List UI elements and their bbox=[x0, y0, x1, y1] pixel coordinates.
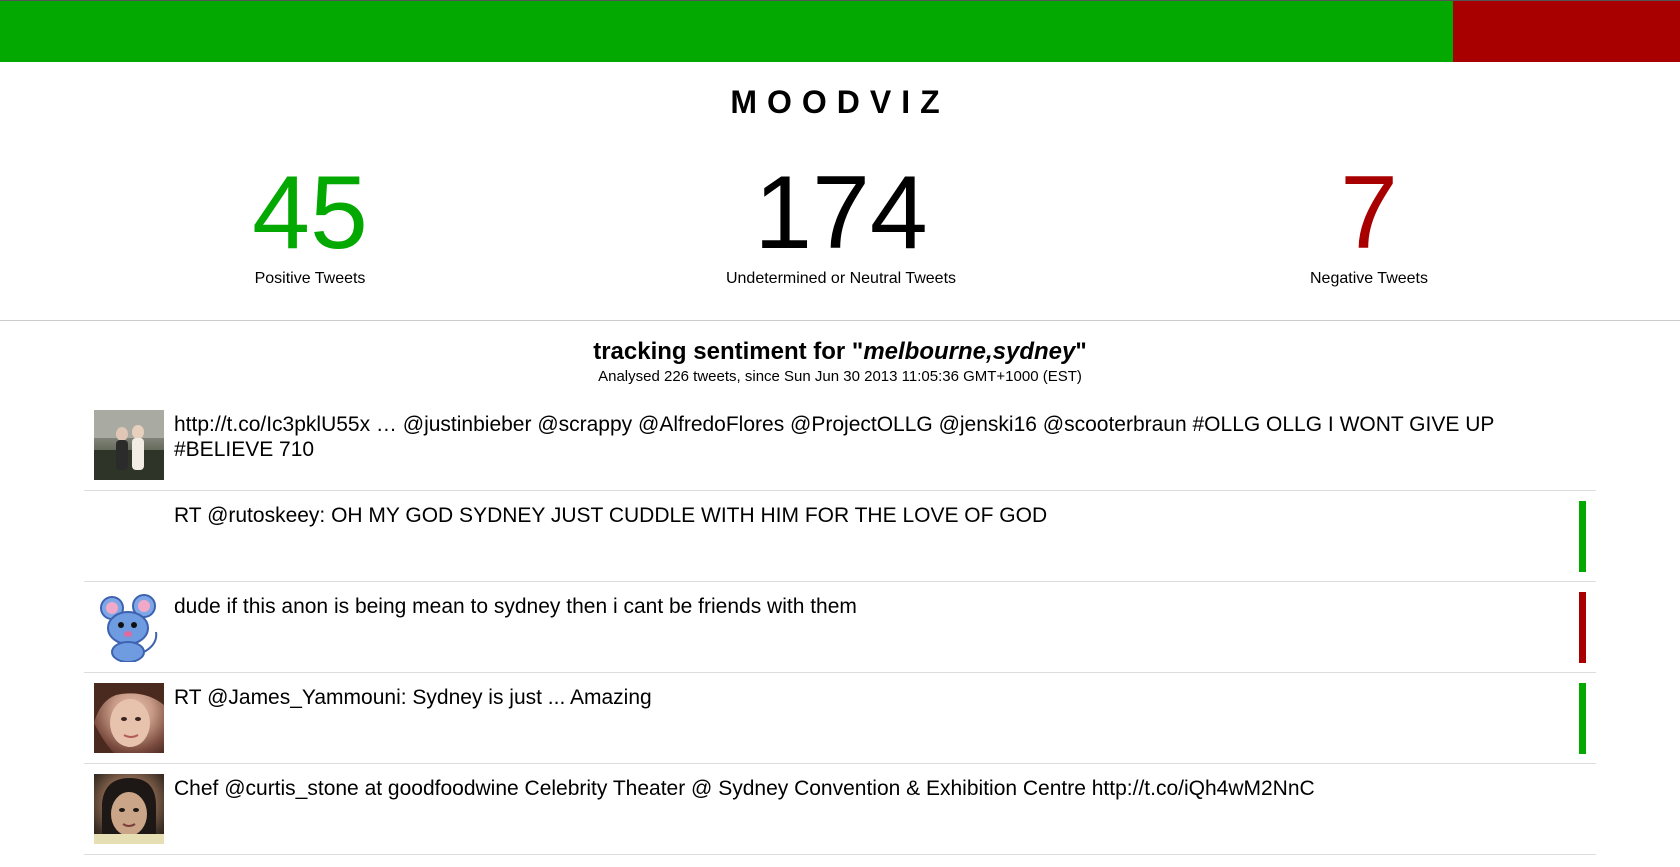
app-title: MOODVIZ bbox=[730, 84, 950, 120]
tweet-item: RT @rutoskeey: OH MY GOD SYDNEY JUST CUD… bbox=[84, 491, 1596, 582]
tracking-header: tracking sentiment for "melbourne,sydney… bbox=[0, 338, 1680, 385]
neutral-count: 174 bbox=[754, 155, 928, 271]
negative-label: Negative Tweets bbox=[1310, 270, 1428, 287]
positive-marker bbox=[1579, 683, 1586, 754]
avatar[interactable] bbox=[94, 410, 164, 480]
tracking-suffix: " bbox=[1075, 338, 1087, 365]
tweet-item: http://t.co/Ic3pklU55x … @justinbieber @… bbox=[84, 400, 1596, 491]
negative-marker bbox=[1579, 592, 1586, 663]
positive-marker bbox=[1579, 501, 1586, 572]
tweet-item: Chef @curtis_stone at goodfoodwine Celeb… bbox=[84, 764, 1596, 855]
avatar[interactable] bbox=[94, 683, 164, 753]
tweet-text: http://t.co/Ic3pklU55x … @justinbieber @… bbox=[174, 413, 1494, 461]
tweet-text: Chef @curtis_stone at goodfoodwine Celeb… bbox=[174, 777, 1315, 800]
positive-ratio-segment bbox=[0, 1, 1454, 62]
avatar-photo-icon bbox=[94, 410, 164, 480]
sentiment-ratio-bar bbox=[0, 0, 1680, 62]
cartoon-mouse-icon bbox=[94, 592, 164, 662]
tracking-title: tracking sentiment for "melbourne,sydney… bbox=[0, 338, 1680, 366]
positive-stat: 45 Positive Tweets bbox=[110, 158, 510, 288]
tweet-text: RT @rutoskeey: OH MY GOD SYDNEY JUST CUD… bbox=[174, 504, 1048, 527]
tweet-item: dude if this anon is being mean to sydne… bbox=[84, 582, 1596, 673]
avatar[interactable] bbox=[94, 592, 164, 662]
negative-stat: 7 Negative Tweets bbox=[1169, 158, 1569, 288]
tracking-summary: Analysed 226 tweets, since Sun Jun 30 20… bbox=[598, 368, 1082, 385]
negative-count: 7 bbox=[1340, 155, 1398, 271]
tweet-text: dude if this anon is being mean to sydne… bbox=[174, 595, 857, 618]
avatar-photo-icon bbox=[94, 778, 164, 844]
tweet-list: http://t.co/Ic3pklU55x … @justinbieber @… bbox=[84, 400, 1596, 855]
negative-ratio-segment bbox=[1453, 1, 1680, 62]
section-divider bbox=[0, 320, 1680, 321]
neutral-stat: 174 Undetermined or Neutral Tweets bbox=[641, 158, 1041, 288]
tracking-query: melbourne,sydney bbox=[863, 338, 1076, 365]
tweet-item: RT @James_Yammouni: Sydney is just ... A… bbox=[84, 673, 1596, 764]
positive-label: Positive Tweets bbox=[254, 270, 366, 287]
avatar[interactable] bbox=[94, 774, 164, 844]
tracking-prefix: tracking sentiment for " bbox=[593, 338, 864, 365]
positive-count: 45 bbox=[252, 155, 368, 271]
avatar-photo-icon bbox=[94, 683, 164, 753]
neutral-label: Undetermined or Neutral Tweets bbox=[725, 270, 957, 287]
tweet-text: RT @James_Yammouni: Sydney is just ... A… bbox=[174, 686, 652, 709]
